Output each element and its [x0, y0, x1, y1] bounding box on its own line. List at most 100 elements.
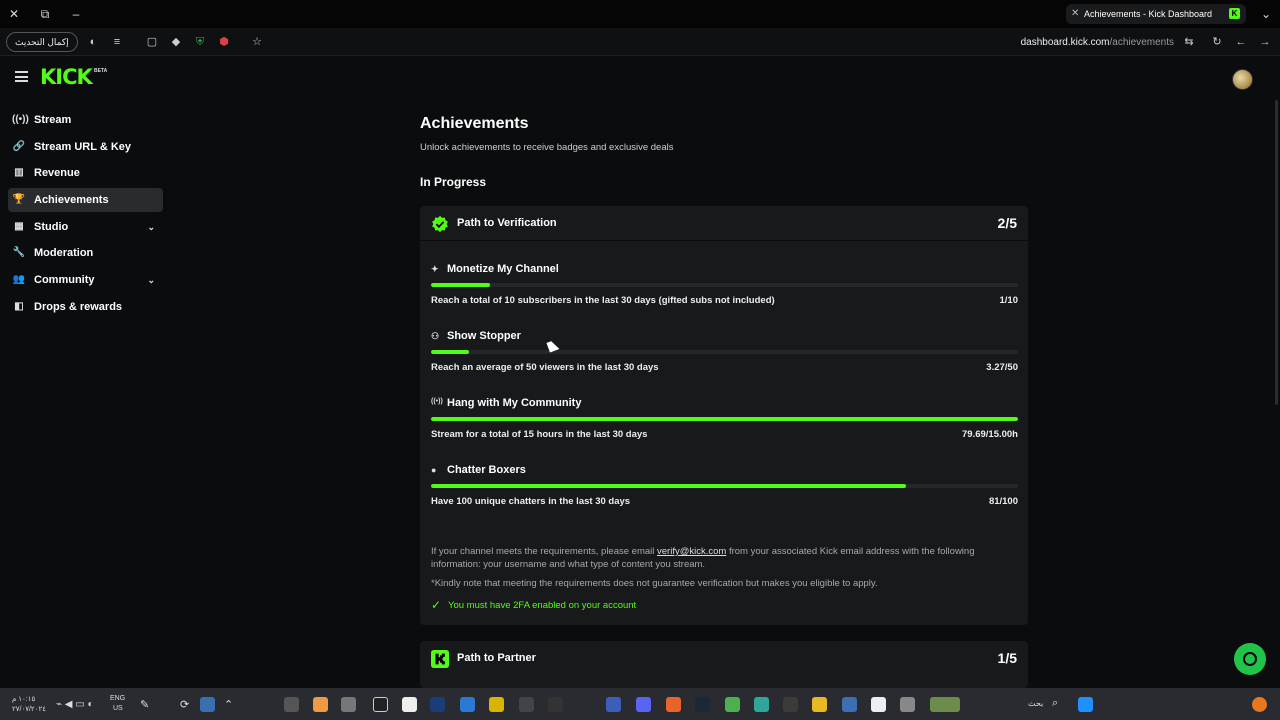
tab-list-icon[interactable]: ⌄	[1258, 6, 1274, 22]
chevron-down-icon[interactable]: ⌄	[147, 268, 155, 292]
bookmark-star-icon[interactable]: ☆	[250, 35, 264, 49]
kick-badge-icon	[431, 650, 449, 668]
windows-store-icon[interactable]	[460, 697, 475, 712]
chevron-down-icon[interactable]: ⌄	[147, 215, 155, 239]
app-icon[interactable]	[548, 697, 563, 712]
verification-info: If your channel meets the requirements, …	[431, 545, 1018, 571]
system-tray-icons[interactable]: ⌁ ◀ ▭ ◐	[56, 699, 94, 710]
app-icon[interactable]	[341, 697, 356, 712]
app-icon[interactable]	[284, 697, 299, 712]
app-icon[interactable]	[402, 697, 417, 712]
widget-icon[interactable]	[930, 697, 960, 712]
achievement-name: Hang with My Community	[447, 397, 582, 409]
app-icon[interactable]	[606, 697, 621, 712]
app-icon[interactable]	[430, 697, 445, 712]
sidebar-icon[interactable]: ▢	[145, 35, 159, 49]
drops-icon: ◧	[14, 300, 24, 312]
sidebar-item-studio[interactable]: ▦ Studio ⌄	[8, 215, 163, 239]
start-icon[interactable]	[1078, 697, 1093, 712]
chat-icon: ●	[431, 465, 437, 475]
reload-icon[interactable]: ↻	[1210, 35, 1224, 49]
sparkle-icon: ✦	[431, 264, 439, 274]
discord-icon[interactable]	[636, 697, 651, 712]
search-icon[interactable]: ⌕	[1052, 697, 1058, 710]
app-icon[interactable]	[783, 697, 798, 712]
achievement-value: 81/100	[988, 496, 1018, 507]
menu-icon[interactable]	[15, 71, 28, 82]
progress-bar	[431, 417, 1018, 421]
sidebar-item-revenue[interactable]: ▥ Revenue	[8, 161, 163, 185]
verification-card-header[interactable]: Path to Verification 2/5	[420, 206, 1028, 241]
achievement-description: Have 100 unique chatters in the last 30 …	[431, 496, 631, 507]
tab-close-icon[interactable]: ✕	[1071, 4, 1079, 24]
shield-icon[interactable]: ⛨	[193, 35, 207, 49]
kick-logo[interactable]: KICK	[40, 65, 93, 89]
tab-achievements[interactable]: ✕ Achievements - Kick Dashboard K	[1066, 4, 1246, 24]
translate-icon[interactable]: ⇆	[1182, 35, 1196, 49]
verify-email-link[interactable]: verify@kick.com	[657, 546, 726, 557]
url-host: dashboard.kick.com	[1020, 37, 1110, 48]
chevron-up-icon[interactable]: ⌃	[224, 698, 233, 711]
file-explorer-icon[interactable]	[812, 697, 827, 712]
update-pill-button[interactable]: إكمال التحديث	[6, 32, 78, 52]
extension-icon[interactable]: ◆	[169, 35, 183, 49]
back-icon[interactable]: →	[1258, 35, 1272, 49]
clock-time[interactable]: ١٠:١٥ م	[12, 695, 35, 703]
obs-icon[interactable]	[373, 697, 388, 712]
achievement-name: Show Stopper	[447, 330, 521, 342]
partner-card-header[interactable]: Path to Partner 1/5	[420, 641, 1028, 676]
sync-icon[interactable]: ⟳	[180, 698, 189, 711]
achievement-description: Stream for a total of 15 hours in the la…	[431, 429, 648, 440]
sidebar-item-moderation[interactable]: 🔧 Moderation	[8, 241, 163, 265]
chrome-icon[interactable]	[313, 697, 328, 712]
sidebar-item-stream-url-key[interactable]: 🔗 Stream URL & Key	[8, 135, 163, 159]
twofa-text: You must have 2FA enabled on your accoun…	[448, 600, 637, 611]
achievement-item: ⚇ Show Stopper Reach an average of 50 vie…	[431, 330, 1018, 373]
beta-tag: BETA	[94, 68, 108, 74]
sidebar-item-achievements[interactable]: 🏆 Achievements	[8, 188, 163, 213]
minimize-window-icon[interactable]: –	[68, 6, 84, 22]
dashboard-header: KICK BETA	[0, 57, 1280, 102]
link-icon: 🔗	[12, 140, 26, 152]
sidebar-item-label: Drops & rewards	[34, 300, 123, 313]
player-icon[interactable]: ≡	[110, 35, 124, 49]
scrollbar[interactable]	[1275, 100, 1278, 405]
sidebar-item-drops-rewards[interactable]: ◧ Drops & rewards	[8, 295, 163, 319]
avatar[interactable]	[1232, 69, 1253, 90]
app-icon[interactable]	[842, 697, 857, 712]
clock-date[interactable]: ٢٧/٠٧/٢٠٢٤	[12, 705, 46, 713]
app-icon[interactable]	[900, 697, 915, 712]
sidebar-item-stream[interactable]: ((•)) Stream	[8, 108, 163, 132]
adblock-icon[interactable]: ⬢	[217, 35, 231, 49]
url-field[interactable]: dashboard.kick.com/achievements	[1021, 37, 1174, 48]
section-heading-in-progress: In Progress	[420, 175, 487, 189]
help-button[interactable]	[1234, 643, 1266, 675]
chrome-icon[interactable]	[725, 697, 740, 712]
app-icon[interactable]	[519, 697, 534, 712]
pen-icon[interactable]: ✎	[140, 698, 149, 711]
card-count: 1/5	[997, 650, 1017, 666]
restore-window-icon[interactable]: ⧉	[37, 6, 53, 22]
sidebar-item-label: Achievements	[34, 194, 109, 207]
progress-fill	[431, 417, 1018, 421]
app-icon[interactable]	[754, 697, 769, 712]
sidebar-item-community[interactable]: 👥 Community ⌄	[8, 268, 163, 292]
main-content: Achievements Unlock achievements to rece…	[420, 108, 1028, 189]
chart-icon: ▥	[14, 167, 24, 179]
achievement-description: Reach an average of 50 viewers in the la…	[431, 362, 659, 373]
app-icon[interactable]	[1252, 697, 1267, 712]
close-window-icon[interactable]: ✕	[6, 6, 22, 22]
calendar-icon[interactable]	[871, 697, 886, 712]
grid-icon: ▦	[14, 220, 24, 232]
search-label[interactable]: بحث	[1028, 699, 1043, 708]
steam-icon[interactable]	[695, 697, 710, 712]
edge-icon[interactable]	[200, 697, 215, 712]
language-bottom[interactable]: US	[113, 705, 123, 712]
vpn-icon[interactable]: ◐	[86, 35, 100, 49]
forward-icon[interactable]: ←	[1234, 35, 1248, 49]
check-icon: ✓	[431, 598, 442, 612]
language-top[interactable]: ENG	[110, 695, 125, 702]
app-icon[interactable]	[666, 697, 681, 712]
achievement-value: 79.69/15.00h	[962, 429, 1018, 440]
app-icon[interactable]	[489, 697, 504, 712]
